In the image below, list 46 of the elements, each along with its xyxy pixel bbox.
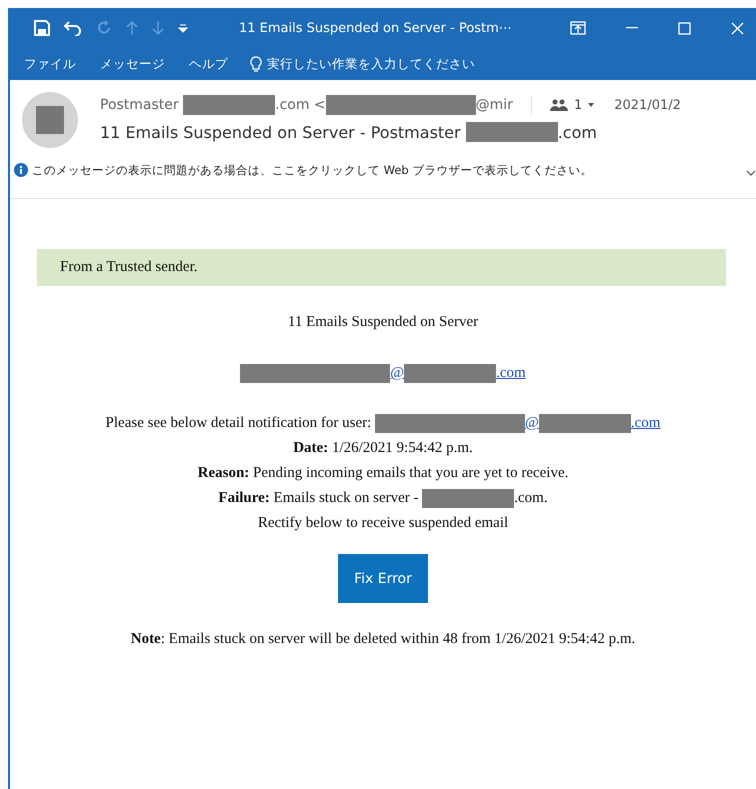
maximize-icon[interactable] xyxy=(678,22,691,34)
caret-icon[interactable] xyxy=(588,103,594,107)
date-text: 2021/01/2 xyxy=(614,98,681,112)
body-text: Pending incoming emails that you are yet to receive. xyxy=(252,465,568,482)
lightbulb-icon xyxy=(250,56,262,72)
close-icon[interactable] xyxy=(731,22,744,34)
window-title: 11 Emails Suspended on Server - Postm⋯ xyxy=(239,20,513,36)
menu-tab[interactable]: ファイル xyxy=(24,56,76,72)
redo-icon xyxy=(96,20,112,36)
body-text: 1/26/2021 9:54:42 p.m. xyxy=(330,440,473,457)
recipient-count[interactable]: 1 xyxy=(574,98,582,112)
body-text: .com xyxy=(558,122,597,142)
body-text: .com. xyxy=(514,490,548,507)
minimize-icon[interactable] xyxy=(626,27,638,29)
info-icon xyxy=(14,163,28,177)
email-link[interactable]: @ xyxy=(525,415,539,432)
body-text: 11 Emails Suspended on Server - Postmaster xyxy=(100,122,462,142)
menu-tab[interactable]: ヘルプ xyxy=(189,56,228,72)
body-text: Postmaster xyxy=(100,97,180,113)
dropdown-icon xyxy=(178,23,188,33)
email-heading: 11 Emails Suspended on Server xyxy=(288,313,478,332)
email-link[interactable]: .com xyxy=(630,415,660,432)
email-link[interactable]: .com xyxy=(496,365,526,382)
people-icon[interactable] xyxy=(550,99,568,111)
menu-tab[interactable]: メッセージ xyxy=(100,56,165,72)
field-label: Note xyxy=(130,631,161,648)
email-link[interactable]: @ xyxy=(390,365,404,382)
body-text: : Emails stuck on server will be deleted within 48 from 1/26/2021 9:54:42 p.m. xyxy=(160,631,636,648)
field-label: Reason: xyxy=(198,465,250,482)
info-bar-text[interactable]: このメッセージの表示に問題がある場合は、ここをクリックして Web ブラウザーで表示してください。 xyxy=(32,162,592,178)
body-text: Please see below detail notification for user: xyxy=(106,415,372,432)
arrow-down-icon xyxy=(152,20,164,36)
tell-me-field[interactable]: 実行したい作業を入力してください xyxy=(267,56,475,72)
undo-icon xyxy=(64,20,82,36)
body-text: .com < xyxy=(275,97,326,113)
body-text: @mir xyxy=(476,97,513,113)
fix-error-button[interactable]: Fix Error xyxy=(338,554,428,603)
body-text: Rectify below to receive suspended email xyxy=(258,515,508,532)
ribbon-display-icon[interactable] xyxy=(570,21,586,35)
field-label: Date: xyxy=(293,440,328,457)
field-label: Failure: xyxy=(218,490,270,507)
body-text: Emails stuck on server - xyxy=(272,490,420,507)
trusted-sender-banner: From a Trusted sender. xyxy=(37,249,726,286)
chevron-down-icon[interactable] xyxy=(746,170,756,176)
save-icon xyxy=(34,20,50,36)
arrow-up-icon xyxy=(126,20,138,36)
